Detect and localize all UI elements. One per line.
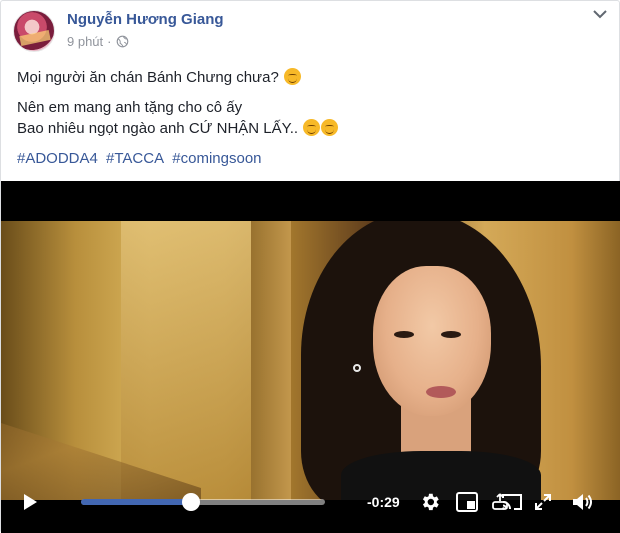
video-controls: -0:29 (1, 481, 620, 521)
frame-post (251, 221, 291, 500)
frame-lips (426, 386, 456, 398)
play-icon[interactable] (21, 493, 39, 511)
picture-in-picture-icon[interactable] (456, 491, 478, 513)
time-remaining: -0:29 (367, 494, 400, 510)
relieved-face-emoji (283, 68, 301, 85)
avatar[interactable] (13, 10, 55, 52)
post-text: Mọi người ăn chán Bánh Chưng chưa? Nên e… (17, 67, 607, 139)
hashtag[interactable]: #comingsoon (172, 150, 261, 167)
video-frame[interactable] (1, 221, 620, 500)
post-line-3-text: Bao nhiêu ngọt ngào anh CỨ NHẬN LẤY.. (17, 120, 299, 137)
progress-fill (81, 499, 191, 505)
globe-icon[interactable] (116, 35, 129, 48)
post-line-1: Mọi người ăn chán Bánh Chưng chưa? (17, 67, 607, 88)
cast-icon[interactable] (501, 493, 523, 511)
post-line-1-text: Mọi người ăn chán Bánh Chưng chưa? (17, 69, 279, 86)
post-meta: 9 phút · (67, 34, 129, 49)
frame-earring (353, 364, 361, 372)
meta-separator: · (107, 34, 112, 49)
gear-icon[interactable] (419, 491, 441, 513)
post-card: Nguyễn Hương Giang 9 phút · Mọi người ăn… (0, 0, 620, 533)
frame-eye (394, 331, 414, 338)
smiling-face-emoji (303, 119, 321, 136)
smiling-face-emoji (321, 119, 339, 136)
author-name[interactable]: Nguyễn Hương Giang (67, 11, 224, 28)
post-time[interactable]: 9 phút (67, 34, 103, 49)
chevron-down-icon[interactable] (589, 5, 611, 23)
frame-eye (441, 331, 461, 338)
progress-bar[interactable] (81, 493, 325, 511)
volume-icon[interactable] (571, 491, 595, 513)
post-line-3: Bao nhiêu ngọt ngào anh CỨ NHẬN LẤY.. (17, 118, 607, 139)
post-header: Nguyễn Hương Giang 9 phút · (1, 1, 620, 61)
hashtag-list: #ADODDA4 #TACCA #comingsoon (17, 150, 266, 167)
fullscreen-icon[interactable] (534, 493, 552, 511)
post-line-2: Nên em mang anh tặng cho cô ấy (17, 99, 243, 116)
hashtag[interactable]: #TACCA (106, 150, 164, 167)
progress-thumb[interactable] (181, 493, 200, 511)
frame-wall (121, 221, 251, 500)
hashtag[interactable]: #ADODDA4 (17, 150, 98, 167)
video-player[interactable]: -0:29 (1, 181, 620, 533)
